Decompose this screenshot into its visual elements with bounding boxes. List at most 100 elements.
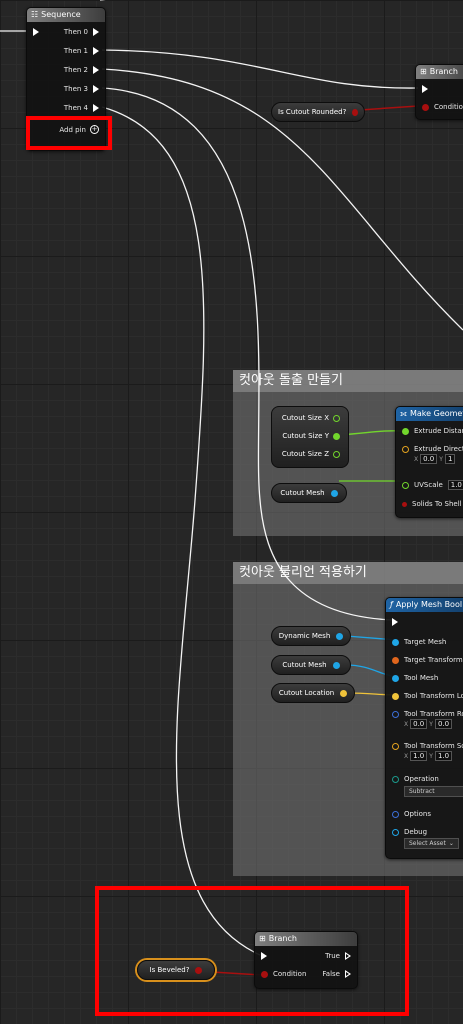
vector-pin-icon[interactable]: [392, 742, 399, 750]
object-pin-icon[interactable]: [392, 674, 399, 682]
operation-dropdown[interactable]: Subtract: [404, 786, 463, 797]
target-transform-pin[interactable]: Target Transform: [392, 656, 463, 664]
sequence-node-header[interactable]: ☷ Sequence: [27, 8, 105, 22]
is-beveled-var[interactable]: Is Beveled?: [137, 960, 215, 980]
rotation-fields[interactable]: X 0.0 Y 0.0: [404, 719, 453, 729]
object-pin-icon[interactable]: [332, 661, 340, 669]
sequence-then1[interactable]: Then 1: [64, 47, 99, 55]
sequence-exec-in[interactable]: [33, 28, 39, 36]
target-mesh-pin[interactable]: Target Mesh: [392, 638, 446, 646]
x-input[interactable]: 0.0: [420, 454, 438, 464]
branch-exec-in[interactable]: [422, 85, 428, 93]
add-pin-button[interactable]: Add pin +: [59, 125, 99, 134]
exec-output-pin-icon[interactable]: [93, 28, 99, 36]
object-pin-icon[interactable]: [330, 489, 338, 497]
options-pin[interactable]: Options: [392, 810, 431, 818]
exec-output-pin-icon[interactable]: [345, 970, 351, 978]
enum-pin-icon[interactable]: [392, 775, 399, 783]
vector-pin-icon[interactable]: [402, 445, 409, 453]
apply-mesh-boolean-node[interactable]: ƒ Apply Mesh Bool Target Mesh Target Tra…: [385, 597, 463, 859]
branch-node-top[interactable]: ⊞ Branch Condition: [415, 64, 463, 120]
float-pin-icon[interactable]: [333, 432, 340, 440]
float-pin-icon[interactable]: [333, 450, 340, 458]
y-input[interactable]: 1.0: [434, 751, 453, 761]
tool-transform-location-pin[interactable]: Tool Transform Lo: [392, 692, 463, 700]
cutout-mesh-var-2[interactable]: Cutout Mesh: [271, 655, 351, 675]
bool-pin-icon[interactable]: [422, 103, 429, 111]
make-geometry-header[interactable]: ⟗ Make Geometr: [396, 407, 463, 421]
branch-condition[interactable]: Condition: [261, 970, 306, 978]
sequence-then4[interactable]: Then 4: [64, 104, 99, 112]
extrude-distance-pin[interactable]: Extrude Distanc: [402, 427, 463, 435]
comment-title[interactable]: 컷아웃 불리언 적용하기: [233, 562, 463, 584]
vector-pin-icon[interactable]: [392, 692, 399, 700]
float-pin-icon[interactable]: [402, 427, 409, 435]
bool-pin-icon[interactable]: [261, 970, 268, 978]
tool-mesh-pin[interactable]: Tool Mesh: [392, 674, 438, 682]
float-pin-icon[interactable]: [402, 481, 409, 489]
sequence-then0[interactable]: Then 0: [64, 28, 99, 36]
bool-pin-icon[interactable]: [195, 966, 203, 974]
comment-title[interactable]: 컷아웃 돌출 만들기: [233, 370, 463, 392]
cutout-location-var[interactable]: Cutout Location: [271, 683, 355, 703]
cutout-size-y[interactable]: Cutout Size Y: [282, 432, 340, 440]
branch-node-bottom[interactable]: ⊞ Branch Condition True False: [254, 931, 358, 989]
debug-asset-dropdown[interactable]: Select Asset ⌄: [404, 838, 459, 849]
x-input[interactable]: 1.0: [410, 751, 428, 761]
exec-input-pin-icon[interactable]: [33, 28, 39, 36]
exec-output-pin-icon[interactable]: [93, 47, 99, 55]
debug-pin[interactable]: Debug Select Asset ⌄: [392, 828, 459, 849]
tool-transform-scale-pin[interactable]: Tool Transform Sc X 1.0 Y 1.0: [392, 742, 463, 761]
uvscale-pin[interactable]: UVScale 1.0: [402, 480, 463, 490]
cutout-size-x[interactable]: Cutout Size X: [282, 414, 340, 422]
cutout-size-vars[interactable]: Cutout Size X Cutout Size Y Cutout Size …: [271, 406, 349, 468]
exec-input-pin-icon[interactable]: [422, 85, 428, 93]
exec-output-pin-icon[interactable]: [345, 952, 351, 960]
debug-value: Select Asset: [409, 840, 446, 847]
cutout-size-z[interactable]: Cutout Size Z: [282, 450, 340, 458]
solids-to-shell-pin[interactable]: Solids To Shell: [402, 500, 462, 508]
float-pin-icon[interactable]: [333, 414, 340, 422]
pin-label: Tool Transform Lo: [404, 692, 463, 700]
rotator-pin-icon[interactable]: [392, 710, 399, 718]
exec-output-pin-icon[interactable]: [93, 104, 99, 112]
branch-exec-in[interactable]: [261, 952, 267, 960]
sequence-then2[interactable]: Then 2: [64, 66, 99, 74]
bool-pin-icon[interactable]: [352, 108, 358, 116]
exec-output-pin-icon[interactable]: [93, 85, 99, 93]
pin-label: Options: [404, 810, 432, 818]
boolean-exec-in[interactable]: [392, 618, 398, 626]
exec-output-pin-icon[interactable]: [93, 66, 99, 74]
vector-pin-icon[interactable]: [340, 689, 348, 697]
branch-header[interactable]: ⊞ Branch: [416, 65, 463, 79]
y-input[interactable]: 1: [444, 454, 456, 464]
scale-fields[interactable]: X 1.0 Y 1.0: [404, 751, 453, 761]
dynamic-mesh-var[interactable]: Dynamic Mesh: [271, 626, 351, 646]
bool-pin-icon[interactable]: [402, 501, 407, 507]
sequence-node[interactable]: ☷ Sequence Then 0 Then 1 Then 2 Then 3 T…: [26, 7, 106, 151]
y-input[interactable]: 0.0: [434, 719, 453, 729]
uvscale-input[interactable]: 1.0: [447, 480, 463, 490]
object-pin-icon[interactable]: [392, 638, 399, 646]
branch-icon: ⊞: [259, 934, 266, 943]
exec-input-pin-icon[interactable]: [261, 952, 267, 960]
object-pin-icon[interactable]: [392, 828, 399, 836]
transform-pin-icon[interactable]: [392, 656, 399, 664]
extrude-direction-pin[interactable]: Extrude Directi X 0.0 Y 1: [402, 445, 463, 464]
is-cutout-rounded-var[interactable]: Is Cutout Rounded?: [271, 102, 365, 122]
branch-header[interactable]: ⊞ Branch: [255, 932, 357, 946]
operation-pin[interactable]: Operation Subtract: [392, 775, 463, 797]
make-geometry-node[interactable]: ⟗ Make Geometr Extrude Distanc Extrude D…: [395, 406, 463, 518]
branch-condition[interactable]: Condition: [422, 103, 463, 111]
branch-true[interactable]: True: [325, 952, 351, 960]
tool-transform-rotation-pin[interactable]: Tool Transform Ro X 0.0 Y 0.0: [392, 710, 463, 729]
apply-mesh-boolean-header[interactable]: ƒ Apply Mesh Bool: [386, 598, 463, 612]
struct-pin-icon[interactable]: [392, 810, 399, 818]
direction-fields[interactable]: X 0.0 Y 1: [414, 454, 456, 464]
object-pin-icon[interactable]: [336, 632, 344, 640]
exec-input-pin-icon[interactable]: [392, 618, 398, 626]
x-input[interactable]: 0.0: [410, 719, 428, 729]
sequence-then3[interactable]: Then 3: [64, 85, 99, 93]
cutout-mesh-var[interactable]: Cutout Mesh: [271, 483, 347, 503]
branch-false[interactable]: False: [322, 970, 351, 978]
